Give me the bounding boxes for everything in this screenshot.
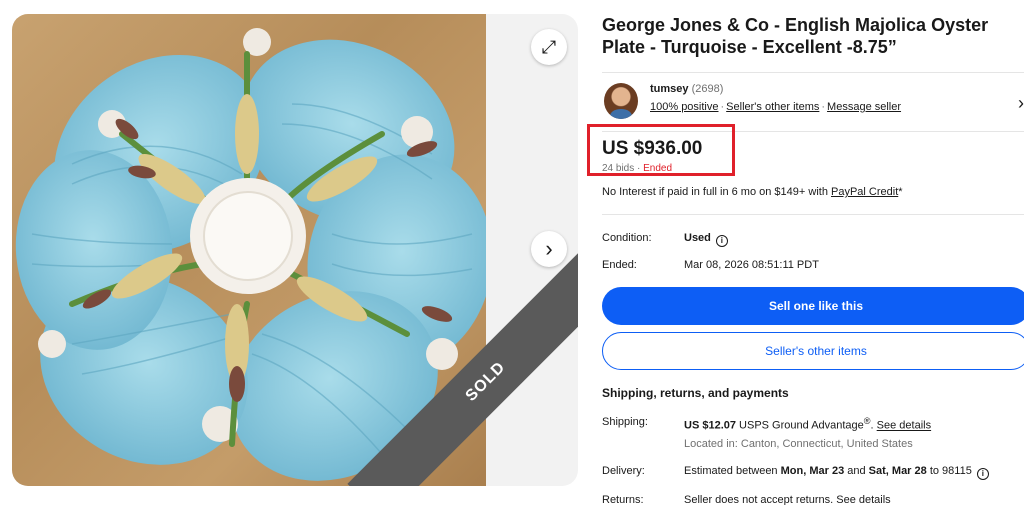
delivery-label: Delivery: (602, 465, 645, 477)
info-icon[interactable]: i (715, 235, 728, 247)
seller-name-line: tumsey (2698) (650, 83, 723, 95)
seller-other-items-link[interactable]: Seller's other items (726, 101, 819, 113)
delivery-info-icon[interactable]: i (976, 468, 989, 480)
shipping-label: Shipping: (602, 416, 648, 428)
sell-one-like-this-button[interactable]: Sell one like this (602, 287, 1024, 325)
expand-icon: ⤢ (541, 36, 557, 57)
shipping-section-title: Shipping, returns, and payments (602, 386, 789, 400)
condition-label: Condition: (602, 232, 652, 244)
section-divider (602, 214, 1024, 215)
price-amount: US $936.00 (602, 138, 703, 159)
sellers-other-items-button[interactable]: Seller's other items (602, 332, 1024, 370)
listing-details-panel: George Jones & Co - English Majolica Oys… (587, 14, 1024, 505)
image-gallery: ⤢ › SOLD (12, 14, 578, 486)
seller-avatar[interactable] (604, 83, 638, 119)
ended-label: Ended: (602, 259, 637, 271)
item-location: Located in: Canton, Connecticut, United … (684, 438, 913, 450)
bid-count[interactable]: 24 bids (602, 163, 634, 174)
chevron-right-icon: › (545, 236, 553, 261)
seller-feedback-count: (2698) (691, 83, 724, 95)
delivery-value: Estimated between Mon, Mar 23 and Sat, M… (684, 465, 989, 480)
returns-label: Returns: (602, 494, 644, 505)
shipping-see-details-link[interactable]: See details (877, 420, 931, 432)
condition-value: Used i (684, 232, 728, 247)
seller-name[interactable]: tumsey (650, 83, 689, 95)
listing-title: George Jones & Co - English Majolica Oys… (602, 15, 989, 57)
sold-label: SOLD (462, 358, 509, 405)
financing-offer: No Interest if paid in full in 6 mo on $… (602, 186, 903, 198)
auction-status: Ended (643, 163, 673, 174)
paypal-credit-link[interactable]: PayPal Credit (831, 186, 898, 198)
bids-status: 24 bids · Ended (602, 163, 673, 174)
expand-image-button[interactable]: ⤢ (531, 29, 567, 65)
message-seller-link[interactable]: Message seller (827, 101, 901, 113)
shipping-value: US $12.07 USPS Ground Advantage®. See de… (684, 416, 932, 432)
seller-links: 100% positive · Seller's other items · Messa… (650, 101, 902, 113)
returns-value: Seller does not accept returns. See deta… (684, 494, 891, 505)
seller-info-row[interactable]: tumsey (2698) 100% positive · Seller's oth… (602, 72, 1024, 132)
seller-positive-link[interactable]: 100% positive (650, 101, 719, 113)
chevron-right-icon[interactable]: › (1018, 93, 1024, 114)
ended-value: Mar 08, 2026 08:51:11 PDT (684, 259, 819, 271)
next-image-button[interactable]: › (531, 231, 567, 267)
